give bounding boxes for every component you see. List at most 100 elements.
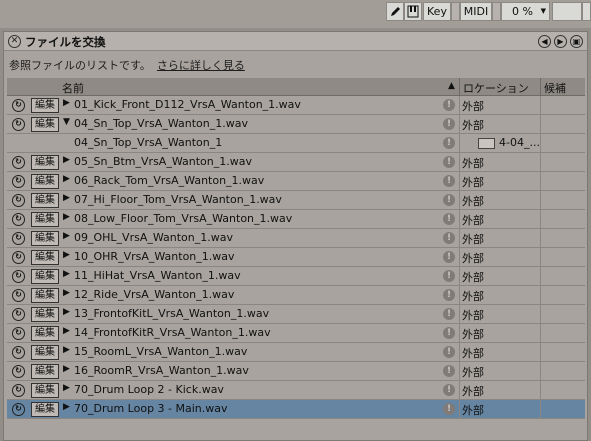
key-indicator	[451, 2, 460, 21]
expand-icon[interactable]: ▶	[63, 402, 70, 412]
key-map-button[interactable]: Key	[423, 2, 451, 21]
edit-button[interactable]: 編集	[31, 345, 59, 360]
edit-button[interactable]: 編集	[31, 383, 59, 398]
hot-swap-icon[interactable]: ↻	[12, 270, 25, 283]
warning-icon: !	[443, 251, 455, 263]
edit-button[interactable]: 編集	[31, 307, 59, 322]
file-name: 06_Rack_Tom_VrsA_Wanton_1.wav	[74, 174, 265, 187]
toolbar-extra-button[interactable]	[552, 2, 582, 21]
file-location: 外部	[462, 309, 484, 322]
expand-icon[interactable]: ▶	[63, 155, 70, 165]
table-row[interactable]: ↻ 編集 ▶ 11_HiHat_VrsA_Wanton_1.wav! 外部	[7, 267, 585, 286]
edit-button[interactable]: 編集	[31, 269, 59, 284]
edit-button[interactable]: 編集	[31, 98, 59, 113]
header-name[interactable]: 名前	[62, 80, 84, 96]
file-location: 外部	[462, 157, 484, 170]
header-location[interactable]: ロケーション	[463, 80, 529, 96]
edit-button[interactable]: 編集	[31, 231, 59, 246]
close-icon[interactable]: ✕	[8, 35, 21, 48]
warning-icon: !	[443, 137, 455, 149]
hot-swap-icon[interactable]: ↻	[12, 289, 25, 302]
hot-swap-icon[interactable]: ↻	[12, 384, 25, 397]
file-location: 外部	[462, 328, 484, 341]
hot-swap-icon[interactable]: ↻	[12, 194, 25, 207]
learn-more-link[interactable]: さらに詳しく見る	[157, 59, 245, 72]
hot-swap-icon[interactable]: ↻	[12, 308, 25, 321]
arrow-left-icon[interactable]: ◀	[538, 35, 551, 48]
table-row[interactable]: ↻ 編集 ▶ 07_Hi_Floor_Tom_VrsA_Wanton_1.wav! 外部	[7, 191, 585, 210]
hot-swap-icon[interactable]: ↻	[12, 251, 25, 264]
hot-swap-icon[interactable]: ↻	[12, 403, 25, 416]
table-row[interactable]: ↻ 編集 ▶ 01_Kick_Front_D112_VrsA_Wanton_1.wav…	[7, 96, 585, 115]
edit-button[interactable]: 編集	[31, 174, 59, 189]
file-name: 09_OHL_VrsA_Wanton_1.wav	[74, 231, 234, 244]
hot-swap-icon[interactable]: ↻	[12, 175, 25, 188]
edit-button[interactable]: 編集	[31, 402, 59, 417]
sort-ascending-icon[interactable]: ▲	[448, 81, 455, 91]
cpu-percent-display[interactable]: 0 % ▼	[501, 2, 550, 21]
hot-swap-icon[interactable]: ↻	[12, 327, 25, 340]
file-name: 12_Ride_VrsA_Wanton_1.wav	[74, 288, 235, 301]
expand-icon[interactable]: ▶	[63, 212, 70, 222]
keyboard-icon[interactable]	[404, 2, 422, 21]
table-row[interactable]: ↻ 編集 ▶ 15_RoomL_VrsA_Wanton_1.wav! 外部	[7, 343, 585, 362]
midi-map-button[interactable]: MIDI	[460, 2, 492, 21]
hot-swap-icon[interactable]: ↻	[12, 99, 25, 112]
file-table: 名前 ▲ ロケーション 候補 ↻ 編集 ▶ 01_Kick_Front_D112_Vr…	[7, 78, 585, 419]
edit-button[interactable]: 編集	[31, 117, 59, 132]
expand-icon[interactable]: ▶	[63, 364, 70, 374]
table-row[interactable]: ↻ 編集 ▶ 09_OHL_VrsA_Wanton_1.wav! 外部	[7, 229, 585, 248]
header-candidates[interactable]: 候補	[544, 80, 566, 96]
file-location: 外部	[462, 233, 484, 246]
edit-button[interactable]: 編集	[31, 155, 59, 170]
edit-button[interactable]: 編集	[31, 193, 59, 208]
hot-swap-icon[interactable]: ↻	[12, 346, 25, 359]
table-row[interactable]: ↻ 編集 ▼ 04_Sn_Top_VrsA_Wanton_1.wav! 外部	[7, 115, 585, 134]
table-row[interactable]: ↻ 編集 ▶ 12_Ride_VrsA_Wanton_1.wav! 外部	[7, 286, 585, 305]
file-exchange-panel: ✕ ファイルを交換 ◀ ▶ ▣ 参照ファイルのリストです。 さらに詳しく見る 名前…	[3, 31, 588, 441]
expand-icon[interactable]: ▶	[63, 231, 70, 241]
table-row[interactable]: ↻ 編集 ▶ 10_OHR_VrsA_Wanton_1.wav! 外部	[7, 248, 585, 267]
table-row[interactable]: ↻ 編集 ▶ 05_Sn_Btm_VrsA_Wanton_1.wav! 外部	[7, 153, 585, 172]
warning-icon: !	[443, 156, 455, 168]
file-name: 14_FrontofKitR_VrsA_Wanton_1.wav	[74, 326, 271, 339]
expand-icon[interactable]: ▶	[63, 307, 70, 317]
edit-button[interactable]: 編集	[31, 288, 59, 303]
table-row[interactable]: 04_Sn_Top_VrsA_Wanton_1! 4-04_...	[7, 134, 585, 153]
pencil-icon[interactable]	[386, 2, 404, 21]
edit-button[interactable]: 編集	[31, 326, 59, 341]
expand-icon[interactable]: ▶	[63, 383, 70, 393]
expand-icon[interactable]: ▶	[63, 250, 70, 260]
hot-swap-icon[interactable]: ↻	[12, 232, 25, 245]
file-location: 外部	[462, 366, 484, 379]
expand-icon[interactable]: ▶	[63, 326, 70, 336]
hot-swap-icon[interactable]: ↻	[12, 365, 25, 378]
expand-icon[interactable]: ▶	[63, 288, 70, 298]
table-row[interactable]: ↻ 編集 ▶ 14_FrontofKitR_VrsA_Wanton_1.wav! 外部	[7, 324, 585, 343]
table-row[interactable]: ↻ 編集 ▶ 70_Drum Loop 2 - Kick.wav! 外部	[7, 381, 585, 400]
expand-icon[interactable]: ▶	[63, 345, 70, 355]
waveform-icon	[478, 138, 495, 149]
expand-icon[interactable]: ▶	[63, 174, 70, 184]
expand-icon[interactable]: ▶	[63, 98, 70, 108]
collapse-icon[interactable]: ▼	[63, 117, 70, 127]
edit-button[interactable]: 編集	[31, 212, 59, 227]
edit-button[interactable]: 編集	[31, 250, 59, 265]
table-row[interactable]: ↻ 編集 ▶ 16_RoomR_VrsA_Wanton_1.wav! 外部	[7, 362, 585, 381]
panel-titlebar: ✕ ファイルを交換 ◀ ▶ ▣	[4, 32, 587, 51]
lock-icon[interactable]: ▣	[570, 35, 583, 48]
table-row[interactable]: ↻ 編集 ▶ 13_FrontofKitL_VrsA_Wanton_1.wav! 外部	[7, 305, 585, 324]
edit-button[interactable]: 編集	[31, 364, 59, 379]
table-row[interactable]: ↻ 編集 ▶ 08_Low_Floor_Tom_VrsA_Wanton_1.wav! 外…	[7, 210, 585, 229]
expand-icon[interactable]: ▶	[63, 269, 70, 279]
hot-swap-icon[interactable]: ↻	[12, 156, 25, 169]
hot-swap-icon[interactable]: ↻	[12, 118, 25, 131]
hot-swap-icon[interactable]: ↻	[12, 213, 25, 226]
table-row[interactable]: ↻ 編集 ▶ 06_Rack_Tom_VrsA_Wanton_1.wav! 外部	[7, 172, 585, 191]
file-location: 外部	[462, 404, 484, 417]
file-name: 01_Kick_Front_D112_VrsA_Wanton_1.wav	[74, 98, 301, 111]
expand-icon[interactable]: ▶	[63, 193, 70, 203]
panel-description: 参照ファイルのリストです。 さらに詳しく見る	[9, 57, 245, 73]
table-row[interactable]: ↻ 編集 ▶ 70_Drum Loop 3 - Main.wav! 外部	[7, 400, 585, 419]
arrow-right-icon[interactable]: ▶	[554, 35, 567, 48]
